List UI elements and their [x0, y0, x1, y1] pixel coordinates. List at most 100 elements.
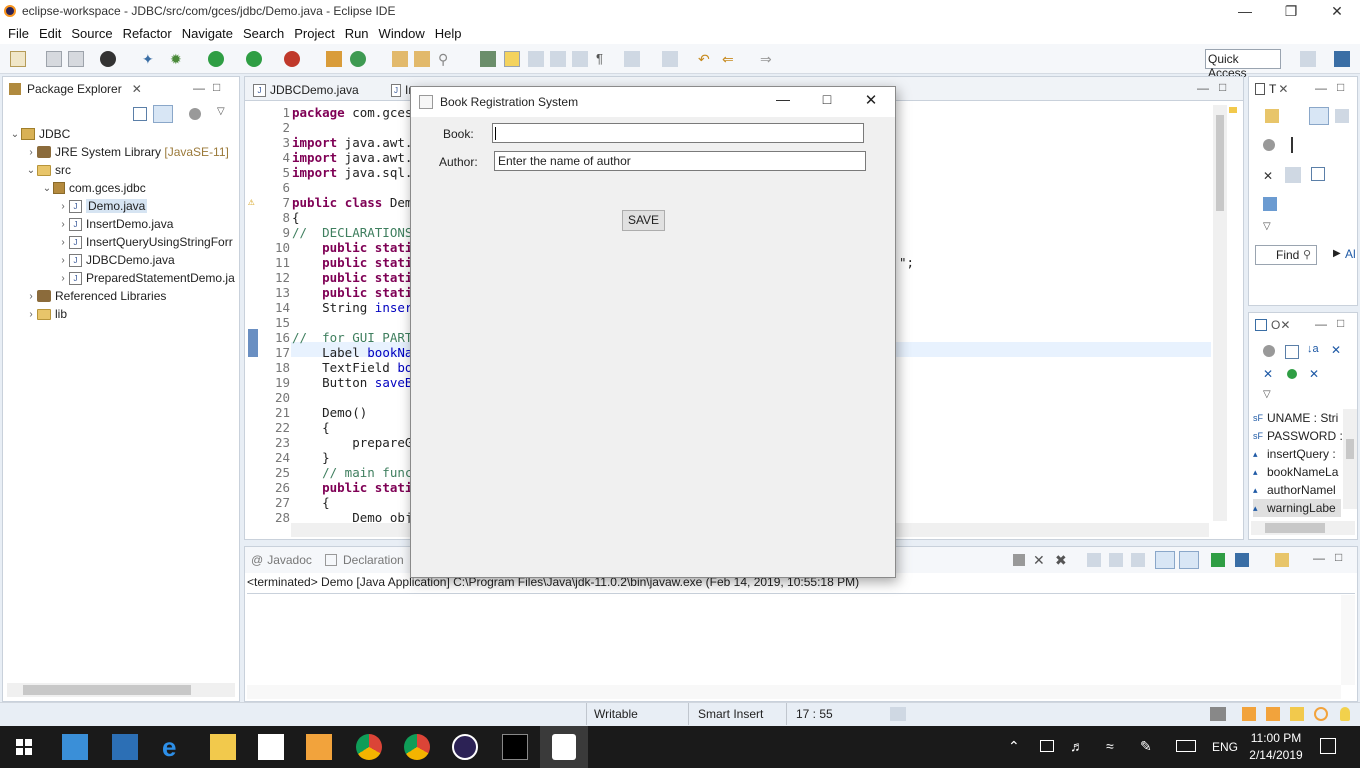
forward-icon[interactable]: ⇒	[760, 51, 776, 67]
quick-access-input[interactable]: Quick Access	[1205, 49, 1281, 80]
outline-item-password[interactable]: sF PASSWORD :	[1253, 427, 1343, 445]
keyboard-icon[interactable]	[1176, 740, 1196, 752]
activate-icon[interactable]	[1263, 197, 1277, 211]
show-whitespace-icon[interactable]	[572, 51, 588, 67]
notifications-icon[interactable]	[1320, 738, 1336, 754]
javadoc-tab[interactable]: @ Javadoc	[245, 548, 325, 572]
run-icon[interactable]	[208, 51, 224, 67]
vertical-scrollbar[interactable]	[1341, 595, 1355, 685]
dialog-maximize-button[interactable]: □	[813, 91, 841, 107]
cmd-icon[interactable]	[502, 734, 528, 760]
remove-launch-icon[interactable]: ✕	[1033, 552, 1045, 569]
scrollbar-thumb[interactable]	[1346, 439, 1354, 459]
show-on-stdout-icon[interactable]	[1155, 551, 1175, 569]
filters-icon[interactable]	[189, 108, 201, 120]
collapse-icon[interactable]: ✕	[1263, 169, 1273, 183]
scrollbar-thumb[interactable]	[1216, 115, 1224, 211]
link-editor-icon[interactable]	[153, 105, 173, 123]
menu-source[interactable]: Source	[71, 26, 112, 41]
horizontal-scrollbar[interactable]	[247, 685, 1341, 699]
collapse-all-icon[interactable]	[133, 107, 147, 121]
tree-item-jdbcdemo-java[interactable]: › J JDBCDemo.java	[57, 251, 174, 269]
scrollbar-thumb[interactable]	[1265, 523, 1325, 533]
tab-jdbcdemo[interactable]: J JDBCDemo.java	[247, 79, 383, 101]
open-task-icon[interactable]	[414, 51, 430, 67]
minimize-editor-icon[interactable]: —	[1197, 81, 1209, 95]
heap-icon[interactable]	[890, 707, 906, 721]
book-icon[interactable]	[1242, 707, 1256, 721]
show-on-stderr-icon[interactable]	[1179, 551, 1199, 569]
menu-navigate[interactable]: Navigate	[182, 26, 233, 41]
focus-icon[interactable]	[1263, 139, 1275, 151]
hide-nonpublic-icon[interactable]	[1287, 369, 1297, 379]
save-button[interactable]: SAVE	[622, 210, 665, 231]
block-selection-icon[interactable]	[528, 51, 544, 67]
eclipse-taskbar-icon[interactable]	[452, 734, 478, 760]
maximize-view-icon[interactable]: □	[1337, 80, 1344, 94]
view-menu-icon[interactable]: ▽	[217, 106, 225, 117]
outline-item-authornamelabel[interactable]: ▴ authorNamel	[1253, 481, 1336, 499]
start-icon[interactable]	[16, 739, 32, 755]
open-console-icon[interactable]	[1275, 553, 1289, 567]
next-annotation-icon[interactable]	[624, 51, 640, 67]
open-type-icon[interactable]	[392, 51, 408, 67]
chrome-icon[interactable]	[356, 734, 382, 760]
skip-breakpoints-icon[interactable]: ✦	[142, 51, 158, 67]
tree-item-jre[interactable]: › JRE System Library [JavaSE-11]	[25, 143, 229, 161]
menu-edit[interactable]: Edit	[39, 26, 61, 41]
network-app-icon[interactable]	[112, 734, 138, 760]
vertical-scrollbar[interactable]	[1343, 409, 1357, 509]
menu-project[interactable]: Project	[294, 26, 334, 41]
back-icon[interactable]: ⇐	[722, 51, 738, 67]
save-icon[interactable]	[46, 51, 62, 67]
battery-icon[interactable]	[1040, 740, 1054, 752]
tray-expand-icon[interactable]: ⌃	[1008, 738, 1020, 755]
maximize-view-icon[interactable]: □	[213, 80, 220, 94]
pin-console-icon[interactable]	[1211, 553, 1225, 567]
save-all-icon[interactable]	[68, 51, 84, 67]
tree-item-package[interactable]: ⌄ com.gces.jdbc	[41, 179, 146, 197]
sublime-icon[interactable]	[306, 734, 332, 760]
mark-occurrences-icon[interactable]	[504, 51, 520, 67]
terminate-icon[interactable]	[1013, 554, 1025, 566]
jobs-icon[interactable]	[1210, 707, 1226, 721]
external-tools-icon[interactable]	[284, 51, 300, 67]
maximize-button[interactable]: ❐	[1268, 0, 1314, 22]
close-tab-icon[interactable]: ✕	[132, 82, 142, 96]
book-input[interactable]	[492, 123, 864, 143]
horizontal-scrollbar[interactable]	[1251, 521, 1355, 535]
menu-refactor[interactable]: Refactor	[123, 26, 172, 41]
language-indicator[interactable]: ENG	[1212, 740, 1238, 754]
pilcrow-icon[interactable]: ¶	[596, 51, 612, 67]
minimize-view-icon[interactable]: —	[1313, 551, 1325, 565]
word-wrap-icon[interactable]	[550, 51, 566, 67]
file-explorer-icon[interactable]	[210, 734, 236, 760]
tree-item-demo-java[interactable]: › J Demo.java	[57, 197, 148, 215]
outline-item-uname[interactable]: sF UNAME : Stri	[1253, 409, 1338, 427]
volume-icon[interactable]: ♬	[1070, 738, 1084, 754]
open-perspective-icon[interactable]	[1300, 51, 1316, 67]
categorize-icon[interactable]	[1309, 107, 1329, 125]
minimize-view-icon[interactable]: —	[1315, 81, 1327, 95]
tree-item-lib[interactable]: › lib	[25, 305, 67, 323]
declaration-tab[interactable]: Declaration	[319, 548, 419, 572]
clear-console-icon[interactable]	[1087, 553, 1101, 567]
prev-annotation-icon[interactable]	[662, 51, 678, 67]
tree-item-referenced-libraries[interactable]: › Referenced Libraries	[25, 287, 166, 305]
mail-icon[interactable]	[258, 734, 284, 760]
grad-cap-icon[interactable]	[1266, 707, 1280, 721]
pen-icon[interactable]	[1290, 707, 1304, 721]
minimize-view-icon[interactable]: —	[1315, 317, 1327, 331]
clock-date[interactable]: 2/14/2019	[1248, 748, 1304, 762]
menu-help[interactable]: Help	[435, 26, 462, 41]
account-icon[interactable]	[100, 51, 116, 67]
new-class-icon[interactable]	[350, 51, 366, 67]
dialog-close-button[interactable]: ✕	[857, 91, 885, 109]
java-app-active[interactable]	[540, 726, 588, 768]
menu-file[interactable]: File	[8, 26, 29, 41]
tip-icon[interactable]	[1340, 707, 1350, 721]
vertical-scrollbar[interactable]	[1213, 105, 1227, 521]
sync-icon[interactable]	[1285, 167, 1301, 183]
package-explorer-tab[interactable]: Package Explorer ✕	[3, 77, 163, 101]
focus-icon[interactable]	[1263, 345, 1275, 357]
